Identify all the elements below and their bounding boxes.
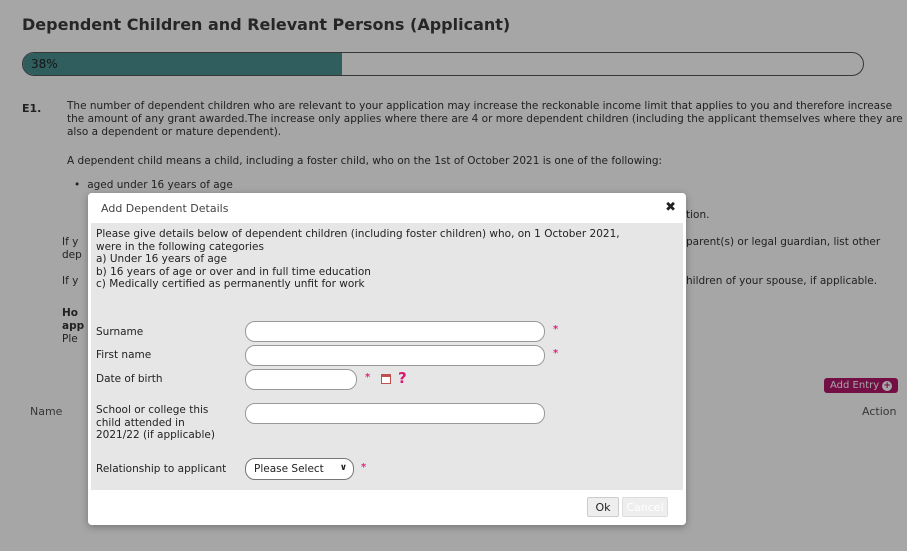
first-name-label: First name bbox=[96, 349, 152, 361]
dob-label: Date of birth bbox=[96, 373, 163, 385]
instruction-line: were in the following categories bbox=[96, 240, 264, 253]
instruction-line: a) Under 16 years of age bbox=[96, 253, 227, 265]
required-marker: * bbox=[365, 372, 371, 383]
surname-input[interactable] bbox=[245, 321, 545, 342]
school-label-line: 2021/22 (if applicable) bbox=[96, 429, 215, 441]
calendar-icon[interactable] bbox=[381, 374, 391, 384]
required-marker: * bbox=[553, 324, 559, 335]
relationship-select[interactable]: Please Select ∨ bbox=[245, 458, 354, 480]
instruction-line: Please give details below of dependent c… bbox=[96, 228, 620, 240]
school-label: School or college this child attended in… bbox=[96, 404, 215, 442]
modal-body: Please give details below of dependent c… bbox=[91, 223, 683, 490]
instruction-line: b) 16 years of age or over and in full t… bbox=[96, 265, 371, 278]
chevron-down-icon: ∨ bbox=[339, 463, 347, 473]
relationship-label: Relationship to applicant bbox=[96, 463, 227, 475]
modal-title: Add Dependent Details bbox=[101, 202, 229, 215]
add-dependent-modal: Add Dependent Details ✖ Please give deta… bbox=[88, 193, 686, 525]
relationship-selected-value: Please Select bbox=[254, 463, 324, 475]
surname-label: Surname bbox=[96, 326, 144, 338]
dob-input[interactable] bbox=[245, 369, 357, 390]
first-name-input[interactable] bbox=[245, 345, 545, 366]
school-label-line: School or college this bbox=[96, 404, 209, 416]
modal-instructions: Please give details below of dependent c… bbox=[96, 228, 676, 291]
modal-header: Add Dependent Details ✖ bbox=[88, 193, 686, 223]
instruction-line: c) Medically certified as permanently un… bbox=[96, 278, 365, 290]
help-icon[interactable]: ? bbox=[398, 369, 407, 387]
close-icon[interactable]: ✖ bbox=[665, 200, 676, 215]
required-marker: * bbox=[553, 348, 559, 359]
required-marker: * bbox=[361, 462, 367, 473]
modal-footer: Ok Cancel bbox=[88, 490, 686, 525]
school-input[interactable] bbox=[245, 403, 545, 424]
cancel-button[interactable]: Cancel bbox=[622, 497, 668, 517]
school-label-line: child attended in bbox=[96, 416, 185, 429]
ok-button[interactable]: Ok bbox=[587, 497, 619, 517]
